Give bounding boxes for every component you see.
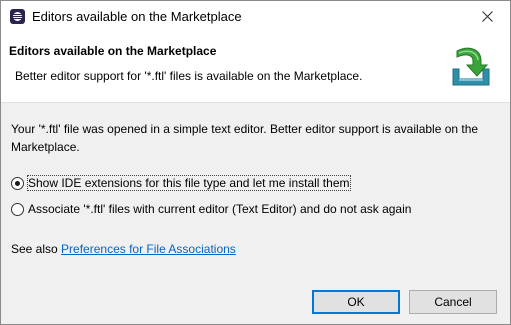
option-associate-editor[interactable]: Associate '*.ftl' files with current edi… <box>11 202 411 216</box>
window-title: Editors available on the Marketplace <box>32 9 242 24</box>
info-message: Your '*.ftl' file was opened in a simple… <box>11 122 479 154</box>
close-icon <box>481 11 493 22</box>
banner-description: Better editor support for '*.ftl' files … <box>15 69 363 83</box>
ok-button[interactable]: OK <box>312 290 400 314</box>
file-associations-link[interactable]: Preferences for File Associations <box>61 242 236 256</box>
option-show-extensions-label[interactable]: Show IDE extensions for this file type a… <box>27 175 351 191</box>
cancel-button[interactable]: Cancel <box>409 290 497 314</box>
banner-title: Editors available on the Marketplace <box>9 44 217 58</box>
option-show-extensions[interactable]: Show IDE extensions for this file type a… <box>11 175 351 191</box>
see-also-prefix: See also <box>11 242 62 256</box>
see-also-line: See also Preferences for File Associatio… <box>11 242 236 256</box>
dialog-window: Editors available on the Marketplace Edi… <box>0 0 511 325</box>
eclipse-icon <box>10 9 25 24</box>
radio-button[interactable] <box>11 202 24 216</box>
close-button[interactable] <box>464 1 510 32</box>
option-associate-editor-label[interactable]: Associate '*.ftl' files with current edi… <box>28 202 411 216</box>
radio-button-selected[interactable] <box>11 176 24 190</box>
header-banner: Editors available on the Marketplace Bet… <box>1 32 510 103</box>
title-bar: Editors available on the Marketplace <box>1 1 510 32</box>
marketplace-download-icon <box>452 47 490 86</box>
